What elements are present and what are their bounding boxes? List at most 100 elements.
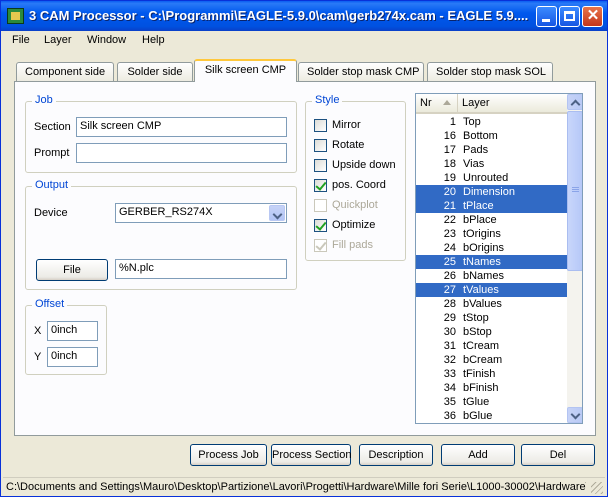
layer-row[interactable]: 27 tValues bbox=[416, 283, 567, 297]
tab-component-side[interactable]: Component side bbox=[16, 62, 114, 82]
file-button[interactable]: File bbox=[36, 259, 108, 281]
layer-number: 28 bbox=[443, 298, 456, 310]
layer-name: bFinish bbox=[463, 382, 499, 394]
minimize-icon bbox=[542, 19, 550, 22]
layer-number: 34 bbox=[443, 382, 456, 394]
pos-coord-label: pos. Coord bbox=[332, 179, 386, 191]
close-button[interactable]: ✕ bbox=[582, 6, 603, 27]
mirror-label: Mirror bbox=[332, 119, 361, 131]
layer-name: tFinish bbox=[463, 368, 496, 380]
layer-rows: 1 Top 16 Bottom 17 Pads 18 Vias 19 Unrouted 20 Dime… bbox=[416, 115, 567, 423]
menu-layer[interactable]: Layer bbox=[44, 34, 72, 46]
menu-file[interactable]: File bbox=[12, 34, 30, 46]
layer-number: 17 bbox=[443, 144, 456, 156]
resize-grip-icon[interactable] bbox=[591, 482, 603, 494]
layer-row[interactable]: 19 Unrouted bbox=[416, 171, 567, 185]
device-select[interactable]: GERBER_RS274X bbox=[115, 203, 287, 223]
layer-row[interactable]: 35 tGlue bbox=[416, 395, 567, 409]
chevron-down-icon[interactable] bbox=[269, 205, 285, 221]
layer-row[interactable]: 25 tNames bbox=[416, 255, 567, 269]
rotate-checkbox[interactable] bbox=[314, 139, 327, 152]
menu-help[interactable]: Help bbox=[142, 34, 165, 46]
layer-name: Top bbox=[463, 116, 481, 128]
cam-processor-window: 3 CAM Processor - C:\Programmi\EAGLE-5.9… bbox=[0, 0, 608, 497]
layer-name: bNames bbox=[463, 270, 504, 282]
tab-solder-side[interactable]: Solder side bbox=[117, 62, 193, 82]
section-input[interactable]: Silk screen CMP bbox=[76, 117, 287, 137]
description-button[interactable]: Description bbox=[359, 444, 433, 466]
job-group-title: Job bbox=[32, 94, 56, 106]
sort-ascending-icon bbox=[443, 100, 451, 105]
layer-row[interactable]: 17 Pads bbox=[416, 143, 567, 157]
add-button[interactable]: Add bbox=[441, 444, 515, 466]
layer-row[interactable]: 18 Vias bbox=[416, 157, 567, 171]
layer-list-header: Nr Layer bbox=[416, 94, 567, 114]
column-header-layer[interactable]: Layer bbox=[462, 97, 490, 109]
layer-number: 23 bbox=[443, 228, 456, 240]
layer-number: 24 bbox=[443, 242, 456, 254]
layer-row[interactable]: 33 tFinish bbox=[416, 367, 567, 381]
layer-name: tStop bbox=[463, 312, 489, 324]
offset-y-label: Y bbox=[34, 351, 42, 363]
offset-y-input[interactable]: 0inch bbox=[47, 347, 98, 367]
layer-number: 33 bbox=[443, 368, 456, 380]
del-button[interactable]: Del bbox=[521, 444, 595, 466]
grip-line bbox=[572, 191, 579, 192]
layer-row[interactable]: 20 Dimension bbox=[416, 185, 567, 199]
column-nr-label: Nr bbox=[420, 97, 432, 109]
rotate-label: Rotate bbox=[332, 139, 365, 151]
layer-number: 1 bbox=[449, 116, 456, 128]
layer-name: bCream bbox=[463, 354, 503, 366]
maximize-button[interactable] bbox=[559, 6, 580, 27]
tab-solder-stop-mask-cmp[interactable]: Solder stop mask CMP bbox=[298, 62, 424, 82]
close-icon: ✕ bbox=[586, 7, 600, 24]
optimize-checkbox[interactable] bbox=[314, 219, 327, 232]
title-bar[interactable]: 3 CAM Processor - C:\Programmi\EAGLE-5.9… bbox=[1, 1, 607, 31]
minimize-button[interactable] bbox=[536, 6, 557, 27]
scroll-down-icon[interactable] bbox=[567, 407, 582, 423]
layer-row[interactable]: 36 bGlue bbox=[416, 409, 567, 423]
layer-row[interactable]: 26 bNames bbox=[416, 269, 567, 283]
layer-row[interactable]: 28 bValues bbox=[416, 297, 567, 311]
tab-silk-screen-cmp[interactable]: Silk screen CMP bbox=[194, 59, 297, 82]
upside-down-checkbox[interactable] bbox=[314, 159, 327, 172]
upside-down-label: Upside down bbox=[332, 159, 396, 171]
layer-row[interactable]: 31 tCream bbox=[416, 339, 567, 353]
tab-solder-stop-mask-sol[interactable]: Solder stop mask SOL bbox=[427, 62, 553, 82]
layer-row[interactable]: 1 Top bbox=[416, 115, 567, 129]
scroll-up-icon[interactable] bbox=[567, 94, 582, 110]
device-label: Device bbox=[34, 207, 68, 219]
offset-group-title: Offset bbox=[32, 298, 68, 310]
layer-row[interactable]: 30 bStop bbox=[416, 325, 567, 339]
device-select-value: GERBER_RS274X bbox=[119, 206, 213, 218]
layer-list[interactable]: Nr Layer 1 Top 16 Bottom 17 Pads 18 Vias 19 Unrou… bbox=[415, 93, 583, 424]
layer-row[interactable]: 34 bFinish bbox=[416, 381, 567, 395]
layer-number: 27 bbox=[443, 284, 456, 296]
grip-line bbox=[572, 187, 579, 188]
layer-list-scrollbar[interactable] bbox=[567, 94, 582, 423]
prompt-input[interactable] bbox=[76, 143, 287, 163]
layer-row[interactable]: 16 Bottom bbox=[416, 129, 567, 143]
process-section-button[interactable]: Process Section bbox=[271, 444, 351, 466]
layer-row[interactable]: 22 bPlace bbox=[416, 213, 567, 227]
layer-row[interactable]: 21 tPlace bbox=[416, 199, 567, 213]
offset-x-input[interactable]: 0inch bbox=[47, 321, 98, 341]
mirror-checkbox[interactable] bbox=[314, 119, 327, 132]
scrollbar-thumb[interactable] bbox=[567, 111, 582, 271]
layer-number: 30 bbox=[443, 326, 456, 338]
pos-coord-checkbox[interactable] bbox=[314, 179, 327, 192]
layer-row[interactable]: 29 tStop bbox=[416, 311, 567, 325]
layer-row[interactable]: 23 tOrigins bbox=[416, 227, 567, 241]
output-group-title: Output bbox=[32, 179, 72, 191]
layer-row[interactable]: 24 bOrigins bbox=[416, 241, 567, 255]
prompt-label: Prompt bbox=[34, 147, 70, 159]
quickplot-checkbox bbox=[314, 199, 327, 212]
layer-number: 20 bbox=[443, 186, 456, 198]
layer-number: 16 bbox=[443, 130, 456, 142]
menu-window[interactable]: Window bbox=[87, 34, 126, 46]
layer-row[interactable]: 32 bCream bbox=[416, 353, 567, 367]
file-input[interactable]: %N.plc bbox=[115, 259, 287, 279]
column-header-nr[interactable]: Nr bbox=[416, 94, 458, 112]
layer-number: 18 bbox=[443, 158, 456, 170]
process-job-button[interactable]: Process Job bbox=[190, 444, 267, 466]
